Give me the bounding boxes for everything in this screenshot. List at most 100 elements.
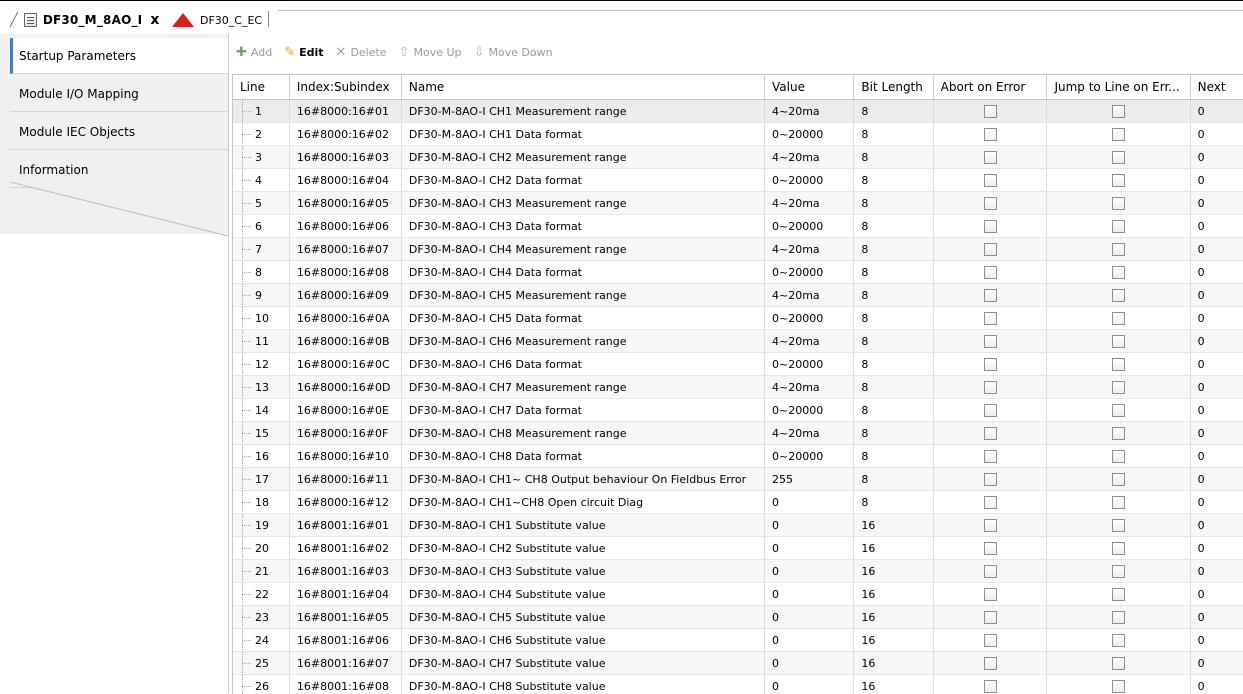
abort-on-error-checkbox[interactable]	[984, 243, 997, 256]
value-cell[interactable]: 4~20ma	[765, 376, 854, 399]
table-row[interactable]: 1916#8001:16#01DF30-M-8AO-I CH1 Substitu…	[233, 514, 1243, 537]
sidebar-item-module-iec-objects[interactable]: Module IEC Objects	[10, 114, 228, 150]
column-header-index-subindex[interactable]: Index:Subindex	[289, 75, 401, 100]
table-row[interactable]: 916#8000:16#09DF30-M-8AO-I CH5 Measureme…	[233, 284, 1243, 307]
table-row[interactable]: 2616#8001:16#08DF30-M-8AO-I CH8 Substitu…	[233, 675, 1243, 694]
jump-to-line-checkbox[interactable]	[1112, 266, 1125, 279]
table-row[interactable]: 1716#8000:16#11DF30-M-8AO-I CH1~ CH8 Out…	[233, 468, 1243, 491]
table-row[interactable]: 2316#8001:16#05DF30-M-8AO-I CH5 Substitu…	[233, 606, 1243, 629]
table-row[interactable]: 116#8000:16#01DF30-M-8AO-I CH1 Measureme…	[233, 100, 1243, 123]
column-header-jump-to-line[interactable]: Jump to Line on Err...	[1047, 75, 1190, 100]
abort-on-error-checkbox[interactable]	[984, 565, 997, 578]
table-row[interactable]: 2216#8001:16#04DF30-M-8AO-I CH4 Substitu…	[233, 583, 1243, 606]
column-header-name[interactable]: Name	[401, 75, 764, 100]
table-row[interactable]: 1616#8000:16#10DF30-M-8AO-I CH8 Data for…	[233, 445, 1243, 468]
tab-df30-m-8ao-i[interactable]: ╱ DF30_M_8AO_I x	[10, 9, 159, 31]
jump-to-line-checkbox[interactable]	[1112, 542, 1125, 555]
jump-to-line-checkbox[interactable]	[1112, 358, 1125, 371]
jump-to-line-checkbox[interactable]	[1112, 565, 1125, 578]
value-cell[interactable]: 4~20ma	[765, 192, 854, 215]
jump-to-line-checkbox[interactable]	[1112, 427, 1125, 440]
value-cell[interactable]: 0	[765, 560, 854, 583]
value-cell[interactable]: 4~20ma	[765, 284, 854, 307]
abort-on-error-checkbox[interactable]	[984, 519, 997, 532]
abort-on-error-checkbox[interactable]	[984, 381, 997, 394]
jump-to-line-checkbox[interactable]	[1112, 404, 1125, 417]
abort-on-error-checkbox[interactable]	[984, 335, 997, 348]
jump-to-line-checkbox[interactable]	[1112, 151, 1125, 164]
jump-to-line-checkbox[interactable]	[1112, 588, 1125, 601]
table-row[interactable]: 1316#8000:16#0DDF30-M-8AO-I CH7 Measurem…	[233, 376, 1243, 399]
value-cell[interactable]: 4~20ma	[765, 100, 854, 123]
value-cell[interactable]: 0~20000	[765, 169, 854, 192]
table-row[interactable]: 616#8000:16#06DF30-M-8AO-I CH3 Data form…	[233, 215, 1243, 238]
tab-close-button[interactable]: x	[150, 12, 159, 28]
sidebar-item-startup-parameters[interactable]: Startup Parameters	[10, 38, 228, 74]
abort-on-error-checkbox[interactable]	[984, 358, 997, 371]
abort-on-error-checkbox[interactable]	[984, 680, 997, 693]
column-header-line[interactable]: Line	[233, 75, 289, 100]
jump-to-line-checkbox[interactable]	[1112, 105, 1125, 118]
table-row[interactable]: 2016#8001:16#02DF30-M-8AO-I CH2 Substitu…	[233, 537, 1243, 560]
abort-on-error-checkbox[interactable]	[984, 404, 997, 417]
abort-on-error-checkbox[interactable]	[984, 289, 997, 302]
jump-to-line-checkbox[interactable]	[1112, 243, 1125, 256]
table-row[interactable]: 716#8000:16#07DF30-M-8AO-I CH4 Measureme…	[233, 238, 1243, 261]
value-cell[interactable]: 0~20000	[765, 123, 854, 146]
move-down-button[interactable]: ⇩ Move Down	[474, 45, 553, 60]
table-row[interactable]: 2516#8001:16#07DF30-M-8AO-I CH7 Substitu…	[233, 652, 1243, 675]
value-cell[interactable]: 0	[765, 652, 854, 675]
table-row[interactable]: 216#8000:16#02DF30-M-8AO-I CH1 Data form…	[233, 123, 1243, 146]
abort-on-error-checkbox[interactable]	[984, 128, 997, 141]
table-row[interactable]: 816#8000:16#08DF30-M-8AO-I CH4 Data form…	[233, 261, 1243, 284]
value-cell[interactable]: 255	[765, 468, 854, 491]
jump-to-line-checkbox[interactable]	[1112, 634, 1125, 647]
value-cell[interactable]: 0	[765, 491, 854, 514]
jump-to-line-checkbox[interactable]	[1112, 611, 1125, 624]
jump-to-line-checkbox[interactable]	[1112, 128, 1125, 141]
abort-on-error-checkbox[interactable]	[984, 634, 997, 647]
jump-to-line-checkbox[interactable]	[1112, 496, 1125, 509]
value-cell[interactable]: 0~20000	[765, 353, 854, 376]
abort-on-error-checkbox[interactable]	[984, 266, 997, 279]
abort-on-error-checkbox[interactable]	[984, 496, 997, 509]
abort-on-error-checkbox[interactable]	[984, 473, 997, 486]
value-cell[interactable]: 4~20ma	[765, 238, 854, 261]
move-up-button[interactable]: ⇧ Move Up	[399, 45, 462, 60]
value-cell[interactable]: 0	[765, 606, 854, 629]
jump-to-line-checkbox[interactable]	[1112, 680, 1125, 693]
abort-on-error-checkbox[interactable]	[984, 657, 997, 670]
table-row[interactable]: 1116#8000:16#0BDF30-M-8AO-I CH6 Measurem…	[233, 330, 1243, 353]
column-header-abort-on-error[interactable]: Abort on Error	[933, 75, 1047, 100]
sidebar-item-module-io-mapping[interactable]: Module I/O Mapping	[10, 76, 228, 112]
abort-on-error-checkbox[interactable]	[984, 197, 997, 210]
table-row[interactable]: 1416#8000:16#0EDF30-M-8AO-I CH7 Data for…	[233, 399, 1243, 422]
jump-to-line-checkbox[interactable]	[1112, 220, 1125, 233]
value-cell[interactable]: 0	[765, 514, 854, 537]
abort-on-error-checkbox[interactable]	[984, 542, 997, 555]
value-cell[interactable]: 0~20000	[765, 215, 854, 238]
abort-on-error-checkbox[interactable]	[984, 450, 997, 463]
table-row[interactable]: 316#8000:16#03DF30-M-8AO-I CH2 Measureme…	[233, 146, 1243, 169]
jump-to-line-checkbox[interactable]	[1112, 335, 1125, 348]
value-cell[interactable]: 0	[765, 583, 854, 606]
column-header-next[interactable]: Next	[1190, 75, 1243, 100]
abort-on-error-checkbox[interactable]	[984, 611, 997, 624]
jump-to-line-checkbox[interactable]	[1112, 312, 1125, 325]
value-cell[interactable]: 4~20ma	[765, 422, 854, 445]
value-cell[interactable]: 0	[765, 675, 854, 694]
column-header-bit-length[interactable]: Bit Length	[854, 75, 933, 100]
abort-on-error-checkbox[interactable]	[984, 220, 997, 233]
abort-on-error-checkbox[interactable]	[984, 151, 997, 164]
table-row[interactable]: 2116#8001:16#03DF30-M-8AO-I CH3 Substitu…	[233, 560, 1243, 583]
abort-on-error-checkbox[interactable]	[984, 174, 997, 187]
value-cell[interactable]: 0	[765, 629, 854, 652]
value-cell[interactable]: 0~20000	[765, 261, 854, 284]
abort-on-error-checkbox[interactable]	[984, 105, 997, 118]
abort-on-error-checkbox[interactable]	[984, 427, 997, 440]
value-cell[interactable]: 0~20000	[765, 399, 854, 422]
jump-to-line-checkbox[interactable]	[1112, 289, 1125, 302]
abort-on-error-checkbox[interactable]	[984, 588, 997, 601]
table-row[interactable]: 1516#8000:16#0FDF30-M-8AO-I CH8 Measurem…	[233, 422, 1243, 445]
table-row[interactable]: 1816#8000:16#12DF30-M-8AO-I CH1~CH8 Open…	[233, 491, 1243, 514]
